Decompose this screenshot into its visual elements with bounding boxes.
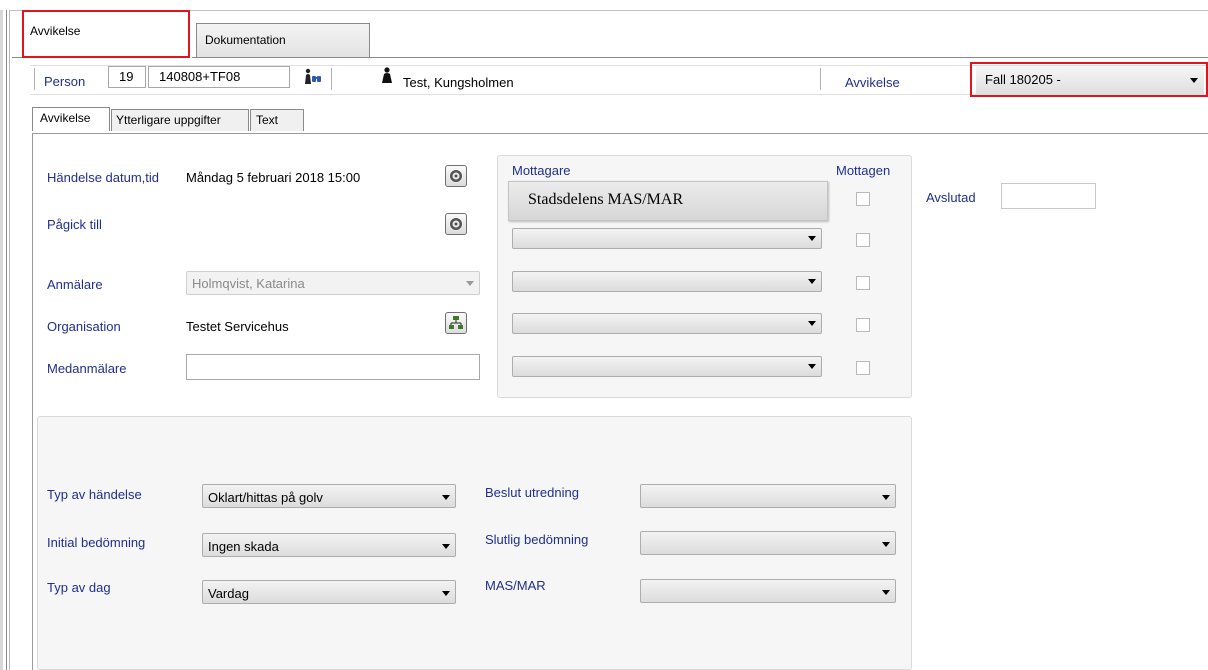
initial-select[interactable]: Ingen skada <box>202 533 456 557</box>
recipient-select-3[interactable] <box>512 271 822 292</box>
subtab-ytterligare-label: Ytterligare uppgifter <box>116 113 221 127</box>
subtab-ytterligare[interactable]: Ytterligare uppgifter <box>111 109 249 131</box>
personnummer-field[interactable]: 140808+TF08 <box>148 66 290 88</box>
window-left-border-inner <box>9 10 10 670</box>
mottagen-checkbox-5[interactable] <box>856 361 870 375</box>
recipient-select-2[interactable] <box>512 228 822 249</box>
avvikelse-select-highlight <box>970 62 1208 97</box>
mottagen-header: Mottagen <box>836 163 891 178</box>
avslutad-field[interactable] <box>1001 183 1096 209</box>
typ-handelse-label: Typ av händelse <box>47 487 142 502</box>
anmalare-value: Holmqvist, Katarina <box>192 276 305 291</box>
person-label: Person <box>44 74 86 89</box>
organisation-tree-button[interactable] <box>445 312 467 334</box>
chevron-down-icon <box>442 495 450 500</box>
typ-dag-label: Typ av dag <box>47 580 111 595</box>
medanmalare-field[interactable] <box>186 354 480 380</box>
mottagen-checkbox-3[interactable] <box>856 276 870 290</box>
century-value: 19 <box>119 69 134 84</box>
org-tree-icon <box>449 316 463 329</box>
subtab-strip: Avvikelse Ytterligare uppgifter Text <box>32 107 322 133</box>
clock-icon <box>450 218 462 230</box>
subtab-text-label: Text <box>256 113 279 127</box>
typ-handelse-select[interactable]: Oklart/hittas på golv <box>202 484 456 508</box>
chevron-down-icon <box>808 236 816 241</box>
subtab-avvikelse[interactable]: Avvikelse <box>32 107 110 131</box>
organisation-label: Organisation <box>47 319 121 334</box>
initial-value: Ingen skada <box>208 539 279 554</box>
mottagen-checkbox-1[interactable] <box>856 192 870 206</box>
avslutad-label: Avslutad <box>926 190 976 205</box>
window-left-border <box>6 10 7 670</box>
recipient-select-4[interactable] <box>512 313 822 334</box>
mottagen-checkbox-2[interactable] <box>856 233 870 247</box>
typ-handelse-value: Oklart/hittas på golv <box>208 490 323 505</box>
pagick-label: Pågick till <box>47 217 102 232</box>
typ-dag-value: Vardag <box>208 586 249 601</box>
chevron-down-icon <box>442 544 450 549</box>
recipient-select-5[interactable] <box>512 356 822 377</box>
initial-label: Initial bedömning <box>47 535 146 550</box>
person-search-icon[interactable] <box>303 68 323 86</box>
anmalare-select[interactable]: Holmqvist, Katarina <box>186 271 480 295</box>
chevron-down-icon <box>442 591 450 596</box>
window-left-edge <box>0 10 3 670</box>
tab-dokumentation-label: Dokumentation <box>205 33 286 47</box>
handelse-clock-button[interactable] <box>445 165 467 187</box>
anmalare-label: Anmälare <box>47 277 103 292</box>
slutlig-select[interactable] <box>640 531 896 555</box>
subtab-avvikelse-label: Avvikelse <box>40 111 91 125</box>
chevron-down-icon <box>882 590 890 595</box>
mottagare-header: Mottagare <box>512 163 571 178</box>
personnummer-value: 140808+TF08 <box>159 69 241 84</box>
clock-icon <box>450 170 462 182</box>
masmar-select[interactable] <box>640 579 896 603</box>
chevron-down-icon <box>808 279 816 284</box>
medanmalare-label: Medanmälare <box>47 361 127 376</box>
first-recipient[interactable]: Stadsdelens MAS/MAR <box>508 181 828 221</box>
avvikelse-select-label: Avvikelse <box>845 75 900 90</box>
chevron-down-icon <box>882 542 890 547</box>
first-recipient-label: Stadsdelens MAS/MAR <box>528 191 684 208</box>
person-icon <box>381 67 393 85</box>
tab-dokumentation[interactable]: Dokumentation <box>196 23 370 57</box>
mottagen-checkbox-4[interactable] <box>856 318 870 332</box>
person-name: Test, Kungsholmen <box>403 75 514 90</box>
handelse-value: Måndag 5 februari 2018 15:00 <box>186 170 361 185</box>
person-bar-sep-2 <box>331 68 332 90</box>
beslut-label: Beslut utredning <box>485 485 579 500</box>
chevron-down-icon <box>808 364 816 369</box>
typ-dag-select[interactable]: Vardag <box>202 580 456 604</box>
subtab-text[interactable]: Text <box>250 109 304 131</box>
beslut-select[interactable] <box>640 484 896 508</box>
chevron-down-icon <box>466 281 474 286</box>
person-bar-sep-3 <box>820 68 821 90</box>
organisation-value: Testet Servicehus <box>186 319 289 334</box>
pagick-clock-button[interactable] <box>445 213 467 235</box>
tab-avvikelse-highlight <box>22 10 190 58</box>
slutlig-label: Slutlig bedömning <box>485 532 589 547</box>
chevron-down-icon <box>882 495 890 500</box>
century-field[interactable]: 19 <box>108 66 146 88</box>
chevron-down-icon <box>808 321 816 326</box>
masmar-label: MAS/MAR <box>485 578 546 593</box>
handelse-label: Händelse datum,tid <box>47 170 160 185</box>
person-bar-sep-1 <box>34 68 35 90</box>
